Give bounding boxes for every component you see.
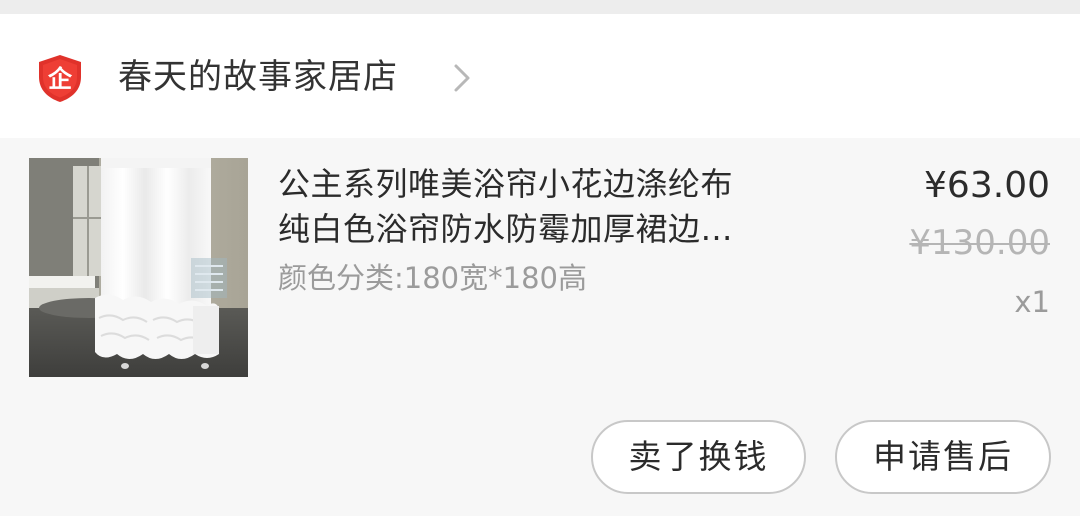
chevron-right-icon[interactable] (450, 62, 474, 94)
product-title-line-1: 公主系列唯美浴帘小花边涤纶布 (278, 165, 734, 203)
current-price: ¥63.00 (924, 165, 1050, 206)
quantity: x1 (1014, 285, 1050, 319)
product-title-line-2: 纯白色浴帘防水防霉加厚裙边… (278, 210, 734, 248)
badge-text: 企 (48, 65, 73, 93)
product-title[interactable]: 公主系列唯美浴帘小花边涤纶布 纯白色浴帘防水防霉加厚裙边… (278, 162, 838, 252)
product-spec: 颜色分类:180宽*180高 (278, 261, 587, 295)
enterprise-shield-icon: 企 (34, 52, 86, 104)
shop-name[interactable]: 春天的故事家居店 (118, 54, 398, 100)
original-price: ¥130.00 (909, 223, 1050, 263)
order-item-card[interactable]: 公主系列唯美浴帘小花边涤纶布 纯白色浴帘防水防霉加厚裙边… 颜色分类:180宽*… (0, 138, 1080, 516)
sell-for-cash-button[interactable]: 卖了换钱 (591, 420, 806, 494)
top-divider (0, 0, 1080, 14)
product-thumbnail[interactable] (29, 158, 248, 377)
shop-header[interactable]: 企 春天的故事家居店 (0, 14, 1080, 138)
order-item-page: 企 春天的故事家居店 公主系列唯美浴帘小花边涤纶布 纯白色浴帘防水防霉加厚裙边…… (0, 0, 1080, 516)
apply-after-sale-button[interactable]: 申请售后 (835, 420, 1051, 494)
